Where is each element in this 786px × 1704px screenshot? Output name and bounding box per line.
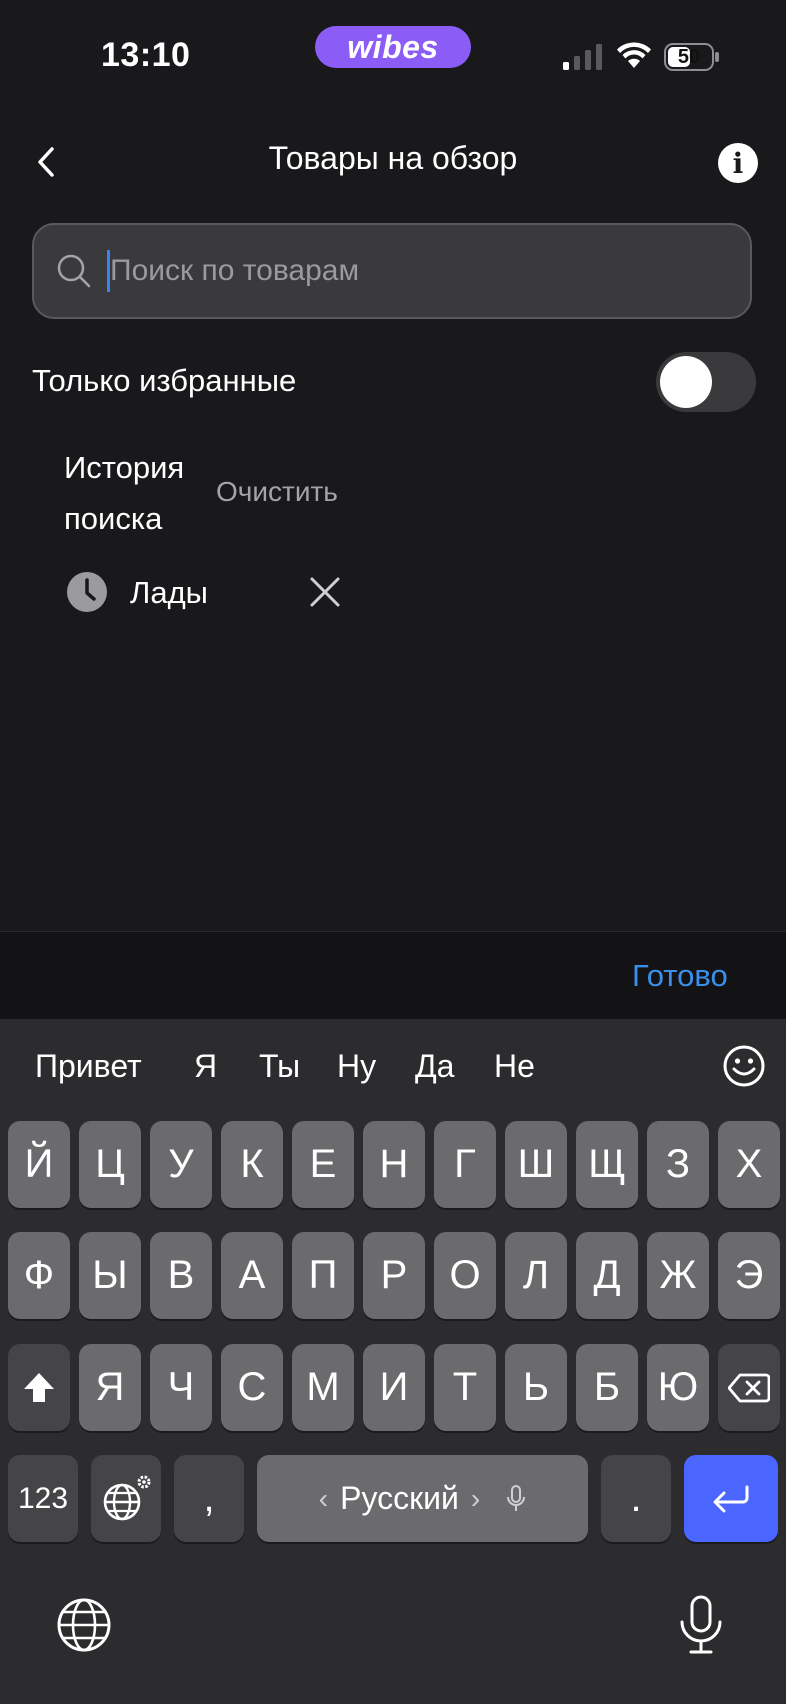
key[interactable]: Х: [718, 1121, 780, 1208]
numbers-key[interactable]: 123: [8, 1455, 78, 1542]
done-button[interactable]: Готово: [632, 958, 728, 994]
return-icon: [713, 1485, 749, 1512]
space-prev-indicator: ‹: [318, 1482, 329, 1514]
key[interactable]: Ч: [150, 1344, 212, 1431]
key[interactable]: Ь: [505, 1344, 567, 1431]
key[interactable]: Т: [434, 1344, 496, 1431]
toggle-knob: [660, 356, 712, 408]
shift-icon: [24, 1372, 54, 1402]
key[interactable]: В: [150, 1232, 212, 1319]
key[interactable]: Б: [576, 1344, 638, 1431]
key[interactable]: М: [292, 1344, 354, 1431]
key[interactable]: Я: [79, 1344, 141, 1431]
suggestion[interactable]: Не: [494, 1048, 535, 1085]
dictation-mic-icon[interactable]: [676, 1594, 726, 1656]
info-button[interactable]: i: [718, 143, 758, 183]
history-title: История поиска: [64, 450, 185, 536]
key[interactable]: Ф: [8, 1232, 70, 1319]
key[interactable]: С: [221, 1344, 283, 1431]
key[interactable]: К: [221, 1121, 283, 1208]
return-key[interactable]: [684, 1455, 778, 1542]
key[interactable]: Д: [576, 1232, 638, 1319]
key[interactable]: Ш: [505, 1121, 567, 1208]
favorites-only-label: Только избранные: [32, 363, 297, 398]
brand-pill: wibes: [315, 26, 471, 68]
key[interactable]: Й: [8, 1121, 70, 1208]
key[interactable]: З: [647, 1121, 709, 1208]
suggestion[interactable]: Ну: [337, 1048, 376, 1085]
key[interactable]: Л: [505, 1232, 567, 1319]
key[interactable]: Ы: [79, 1232, 141, 1319]
suggestion[interactable]: Я: [194, 1048, 217, 1085]
battery-icon: 50: [664, 43, 720, 71]
search-input[interactable]: [110, 248, 710, 294]
search-icon: [57, 254, 91, 288]
globe-icon[interactable]: [56, 1597, 112, 1653]
page-title: Товары на обзор: [268, 140, 518, 176]
key[interactable]: И: [363, 1344, 425, 1431]
clock-icon: [67, 572, 107, 612]
key[interactable]: П: [292, 1232, 354, 1319]
space-language-label: Русский: [340, 1480, 459, 1516]
key[interactable]: Р: [363, 1232, 425, 1319]
key[interactable]: А: [221, 1232, 283, 1319]
suggestion[interactable]: Ты: [259, 1048, 300, 1085]
language-key[interactable]: [91, 1455, 161, 1542]
key[interactable]: Ю: [647, 1344, 709, 1431]
backspace-icon: [728, 1373, 770, 1402]
backspace-key[interactable]: [718, 1344, 780, 1431]
status-time: 13:10: [101, 36, 191, 74]
emoji-icon[interactable]: [722, 1044, 766, 1088]
close-icon[interactable]: [309, 576, 341, 608]
shift-key[interactable]: [8, 1344, 70, 1431]
key[interactable]: Э: [718, 1232, 780, 1319]
cellular-signal-icon: [563, 44, 602, 70]
key[interactable]: Ц: [79, 1121, 141, 1208]
key[interactable]: У: [150, 1121, 212, 1208]
back-button[interactable]: [28, 140, 64, 184]
battery-level: 50: [677, 46, 701, 68]
key[interactable]: О: [434, 1232, 496, 1319]
suggestion[interactable]: Да: [415, 1048, 454, 1085]
history-item[interactable]: Лады: [130, 575, 208, 611]
key[interactable]: Г: [434, 1121, 496, 1208]
period-key[interactable]: .: [601, 1455, 671, 1542]
comma-key[interactable]: ,: [174, 1455, 244, 1542]
space-key[interactable]: ‹ Русский ›: [257, 1455, 588, 1542]
chevron-left-icon: [38, 147, 54, 177]
info-icon: i: [732, 146, 744, 180]
clear-history-button[interactable]: Очистить: [216, 476, 338, 508]
wifi-icon: [617, 42, 651, 68]
suggestion[interactable]: Привет: [35, 1048, 142, 1085]
key[interactable]: Ж: [647, 1232, 709, 1319]
key[interactable]: Щ: [576, 1121, 638, 1208]
key[interactable]: Н: [363, 1121, 425, 1208]
space-next-indicator: ›: [470, 1482, 481, 1514]
key[interactable]: Е: [292, 1121, 354, 1208]
mic-icon: [507, 1484, 526, 1511]
globe-settings-icon: [103, 1475, 151, 1520]
